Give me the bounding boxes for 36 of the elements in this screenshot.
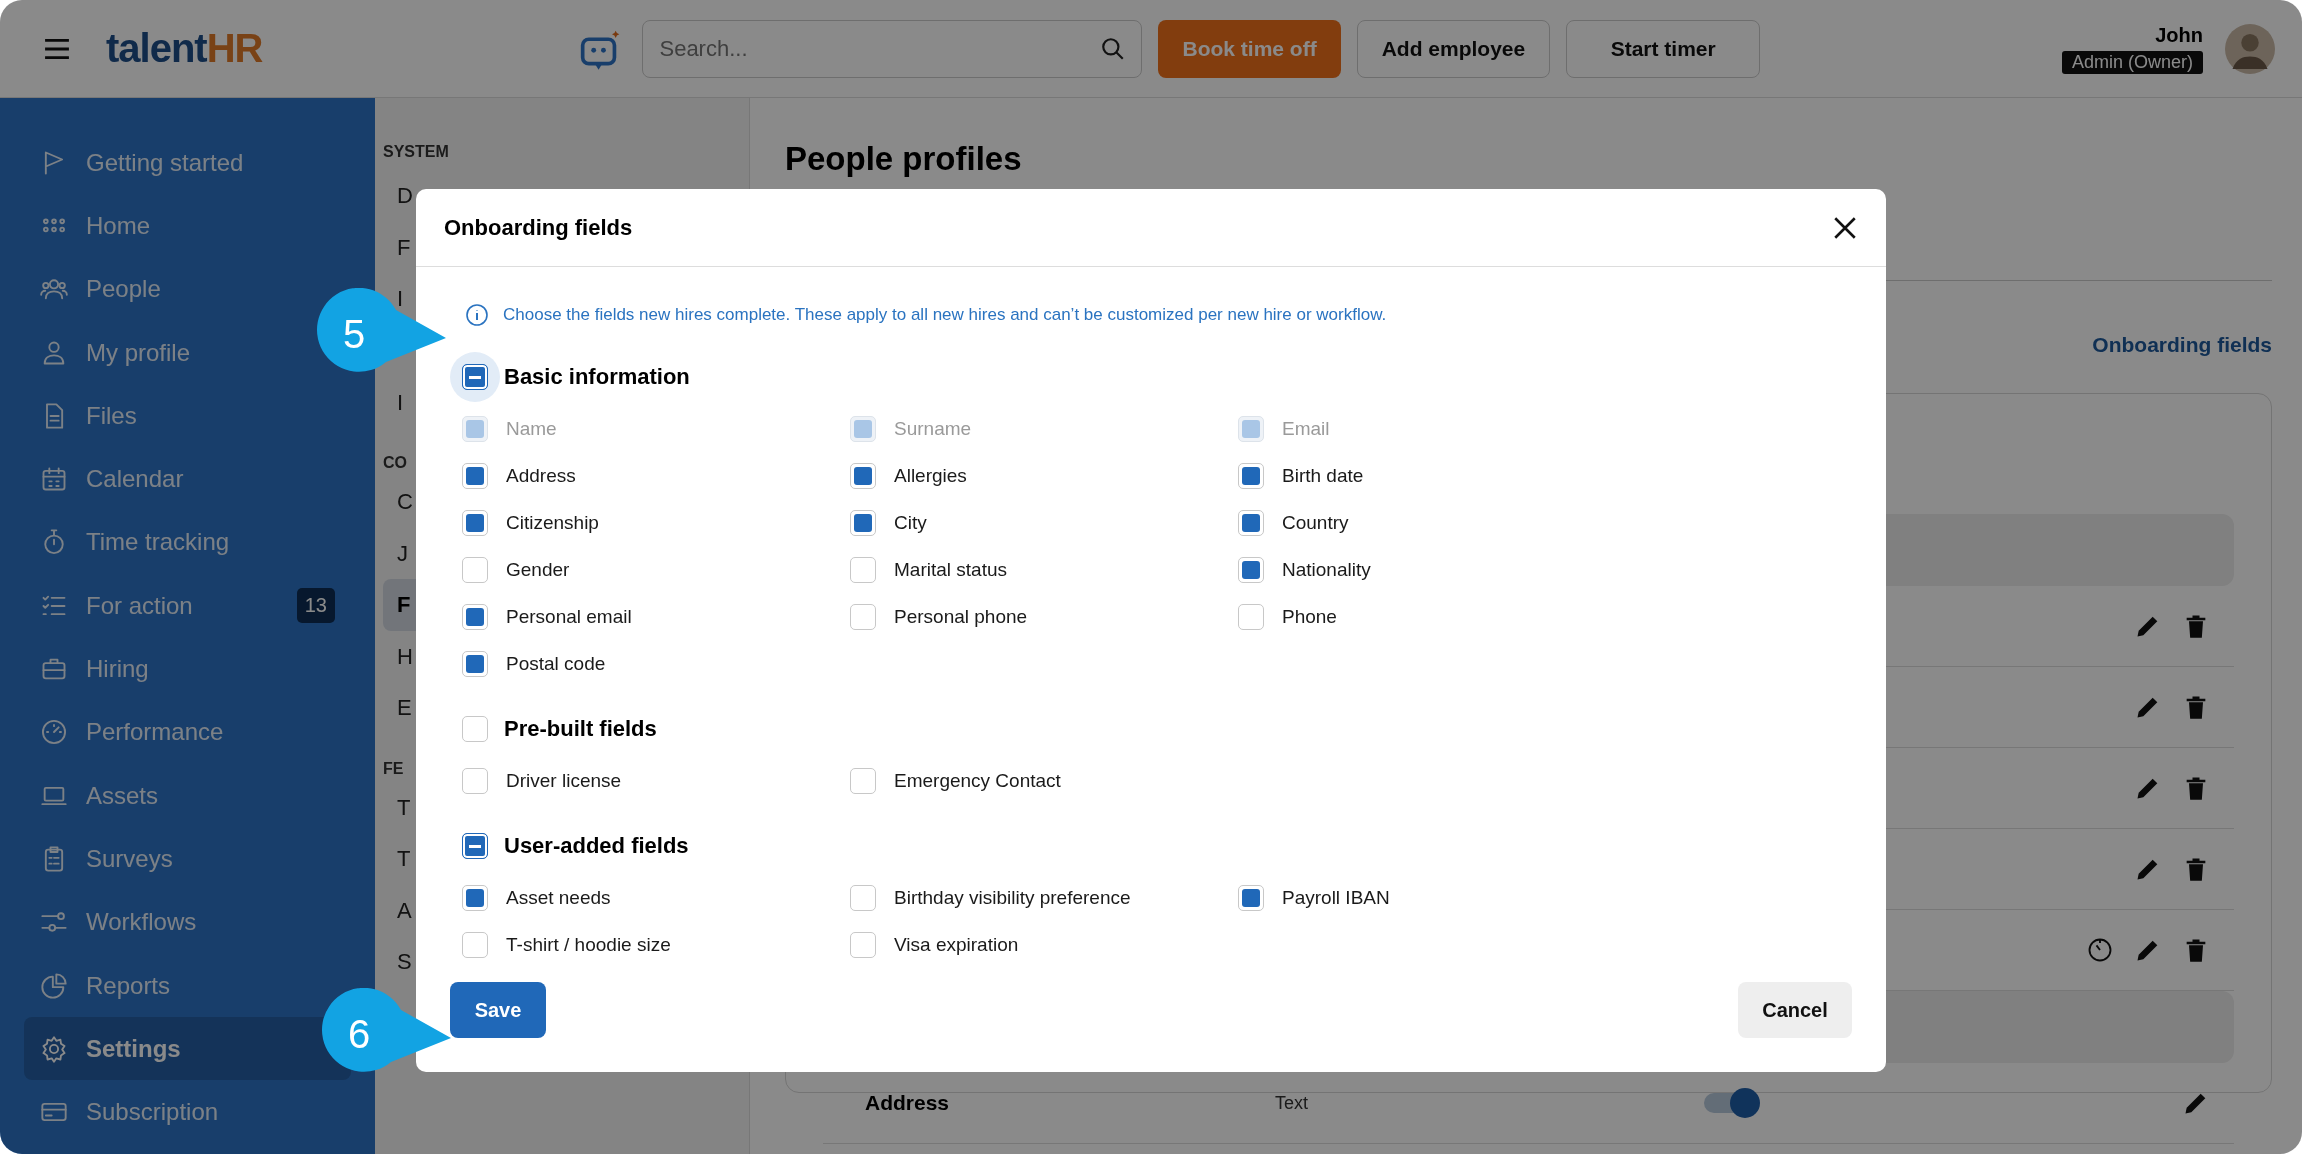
checkbox-label: Marital status — [894, 558, 1007, 581]
dialog-title: Onboarding fields — [444, 214, 633, 241]
field-name: Address — [865, 1091, 951, 1115]
checkbox-label: Email — [1282, 417, 1330, 440]
section-title: CO — [383, 453, 407, 473]
checkbox-label: Driver license — [506, 769, 622, 792]
group-label: User-added fields — [504, 833, 689, 859]
role-badge: Admin (Owner) — [2061, 50, 2203, 74]
checkbox-label: Phone — [1282, 605, 1337, 628]
group-label: Basic information — [504, 364, 690, 390]
checkbox-label: Emergency Contact — [894, 769, 1061, 792]
checkbox-label: Birthday visibility preference — [894, 886, 1131, 909]
checkbox-label: Address — [506, 464, 576, 487]
checkbox-label: Postal code — [506, 652, 606, 675]
group-label: Pre-built fields — [504, 716, 657, 742]
field-type: Text — [1275, 1092, 1309, 1114]
checkbox-label: Asset needs — [506, 886, 611, 909]
section-title: FE — [383, 758, 404, 779]
checkbox-label: Country — [1282, 511, 1349, 534]
checkbox-label: Name — [506, 417, 557, 440]
checkbox-label: T-shirt / hoodie size — [506, 933, 671, 956]
checkbox-label: Citizenship — [506, 511, 599, 534]
count-badge: 13 — [296, 588, 335, 624]
checkbox-label: Personal phone — [894, 605, 1028, 628]
checkbox-label: Gender — [506, 558, 570, 581]
checkbox-label: Birth date — [1282, 464, 1364, 487]
section-title: SYSTEM — [383, 142, 449, 162]
checkbox-label: Personal email — [506, 605, 632, 628]
checkbox-label: Nationality — [1282, 558, 1371, 581]
checkbox-label: Surname — [894, 417, 972, 440]
checkbox-label: Payroll IBAN — [1282, 886, 1390, 909]
checkbox-label: City — [894, 511, 927, 534]
info-text: Choose the fields new hires complete. These apply to all new hires and can’t be customized per new hire or workflow. — [503, 305, 1387, 325]
checkbox-label: Visa expiration — [894, 933, 1019, 956]
checkbox-label: Allergies — [894, 464, 967, 487]
user-name: John — [2155, 23, 2203, 47]
